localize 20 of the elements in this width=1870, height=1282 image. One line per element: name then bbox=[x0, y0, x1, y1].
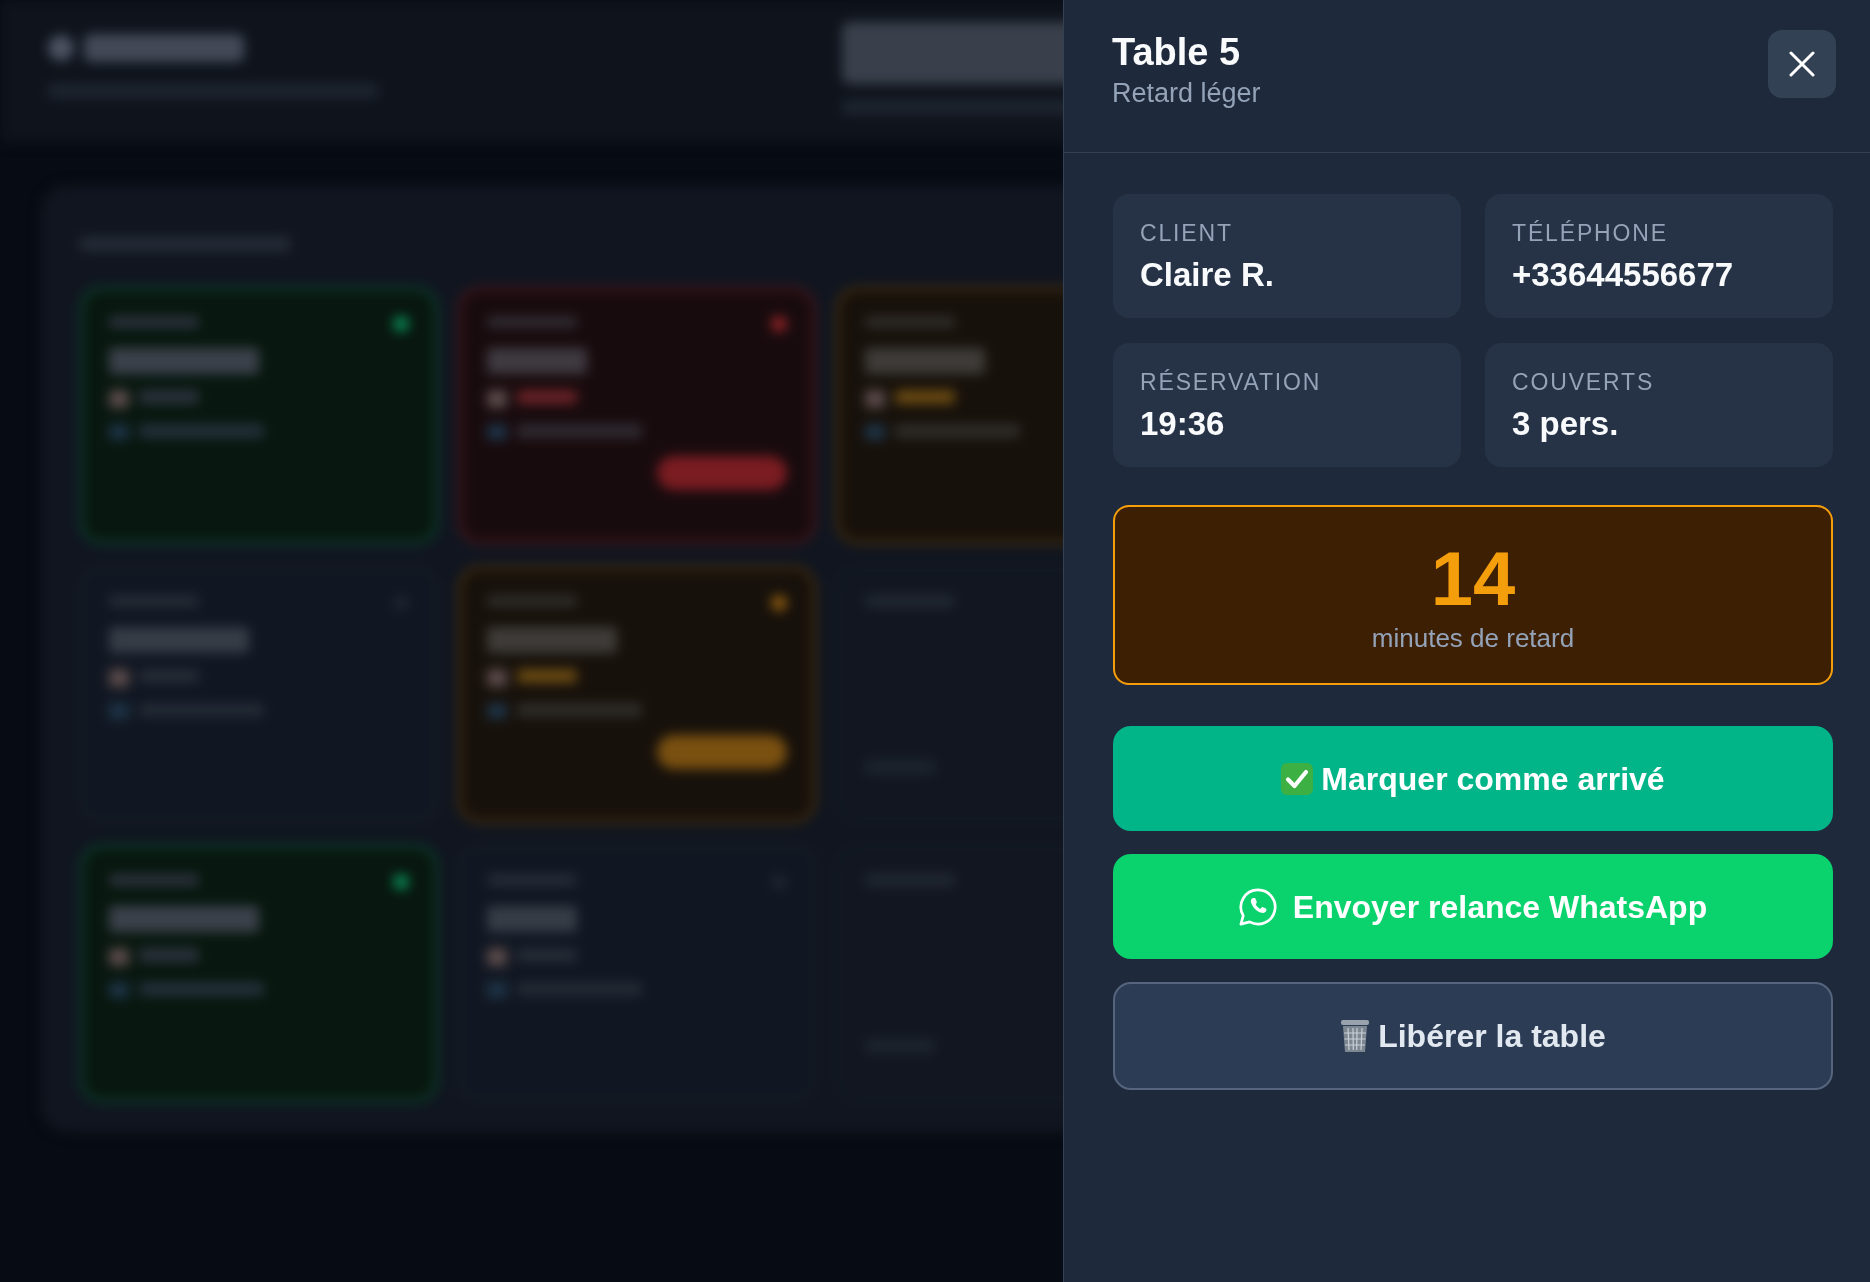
panel-title: Table 5 bbox=[1112, 30, 1242, 75]
reminder-button[interactable]: Envoyer relance WhatsApp bbox=[1113, 854, 1833, 959]
delay-caption: minutes de retard bbox=[1371, 625, 1575, 651]
status-subtitle: Retard léger bbox=[1112, 76, 1261, 110]
info-value: Claire R. bbox=[1140, 258, 1275, 291]
close-icon bbox=[1789, 51, 1815, 77]
info-value: +33644556677 bbox=[1512, 258, 1735, 291]
info-value: 19:36 bbox=[1140, 407, 1226, 440]
chat-phone-icon bbox=[1238, 887, 1277, 926]
close-button[interactable] bbox=[1768, 30, 1836, 98]
info-label: CLIENT bbox=[1140, 222, 1234, 245]
info-label: COUVERTS bbox=[1512, 371, 1656, 394]
wastebasket-icon bbox=[1340, 1019, 1371, 1053]
info-label: RÉSERVATION bbox=[1140, 371, 1323, 394]
arrived-button[interactable]: Marquer comme arrivé bbox=[1113, 726, 1833, 831]
info-value: 3 pers. bbox=[1512, 407, 1620, 440]
check-box-icon bbox=[1281, 762, 1314, 795]
delay-minutes: 14 bbox=[1430, 541, 1516, 617]
info-label: TÉLÉPHONE bbox=[1512, 222, 1669, 245]
release-table-button[interactable]: Libérer la table bbox=[1113, 982, 1833, 1090]
